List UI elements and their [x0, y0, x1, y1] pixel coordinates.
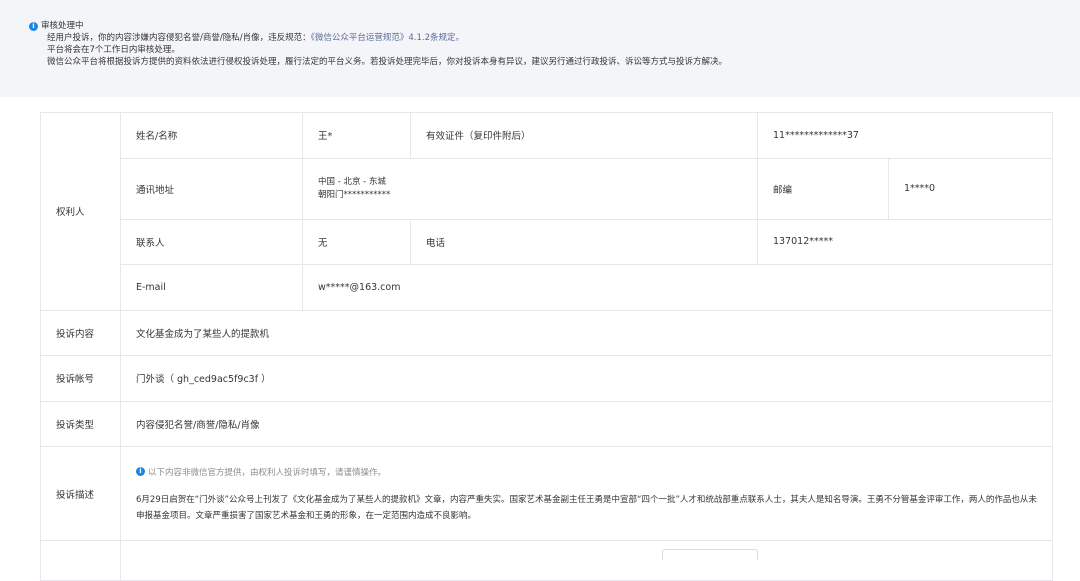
account-value: 门外谈（ gh_ced9ac5f9c3f ） — [120, 355, 1053, 402]
name-value: 王* — [302, 112, 411, 159]
phone-label: 电话 — [410, 218, 758, 265]
review-status-notice: i 审核处理中 经用户投诉，你的内容涉嫌内容侵犯名誉/商誉/隐私/肖像，违反规范… — [0, 0, 1080, 97]
content-value: 文化基金成为了某些人的提款机 — [120, 309, 1053, 356]
email-label: E-mail — [120, 264, 303, 311]
row-name: 权利人 姓名/名称 王* 有效证件（复印件附后） 11*************… — [40, 112, 1053, 311]
next-value-cell — [120, 540, 1053, 581]
notice-line-2: 平台将会在7个工作日内审核处理。 — [47, 45, 180, 55]
desc-label: 投诉描述 — [40, 446, 121, 541]
info-icon: i — [29, 21, 38, 31]
row-description: 投诉描述 i 以下内容非微信官方提供，由权利人投诉时填写，请谨慎操作。 6月29… — [40, 446, 1053, 541]
info-icon: i — [136, 467, 145, 476]
complaint-detail-table: 权利人 姓名/名称 王* 有效证件（复印件附后） 11*************… — [40, 112, 1053, 581]
name-label: 姓名/名称 — [120, 112, 303, 159]
id-value: 11*************37 — [757, 112, 1053, 159]
row-account: 投诉帐号 门外谈（ gh_ced9ac5f9c3f ） — [40, 355, 1053, 402]
status-row: i 审核处理中 — [29, 20, 1080, 32]
postcode-label: 邮编 — [757, 157, 889, 220]
type-label: 投诉类型 — [40, 400, 121, 447]
id-label: 有效证件（复印件附后） — [410, 112, 758, 159]
content-label: 投诉内容 — [40, 309, 121, 356]
phone-value: 137012***** — [757, 218, 1053, 265]
account-label: 投诉帐号 — [40, 355, 121, 402]
address-line-2: 朝阳门*********** — [318, 189, 391, 200]
row-next-partial — [40, 540, 1053, 581]
rights-holder-label: 权利人 — [40, 112, 121, 311]
action-button-partial[interactable] — [662, 549, 758, 560]
status-title: 审核处理中 — [41, 21, 84, 31]
row-type: 投诉类型 内容侵犯名誉/商誉/隐私/肖像 — [40, 400, 1053, 447]
row-content: 投诉内容 文化基金成为了某些人的提款机 — [40, 309, 1053, 356]
rules-link[interactable]: 《微信公众平台运营规范》4.1.2条规定。 — [311, 33, 464, 43]
desc-tip-text: 以下内容非微信官方提供，由权利人投诉时填写，请谨慎操作。 — [148, 467, 387, 478]
notice-line-1: 经用户投诉，你的内容涉嫌内容侵犯名誉/商誉/隐私/肖像，违反规范：《微信公众平台… — [32, 32, 1080, 44]
contact-label: 联系人 — [120, 218, 303, 265]
email-value: w*****@163.com — [302, 264, 1053, 311]
next-label-cell — [40, 540, 121, 581]
notice-line-3: 微信公众平台将根据投诉方提供的资料依法进行侵权投诉处理，履行法定的平台义务。若投… — [47, 57, 728, 67]
desc-text: 6月29日启贺在“门外谈”公众号上刊发了《文化基金成为了某些人的提款机》文章，内… — [136, 494, 1037, 521]
row-contact: 联系人 无 电话 137012***** — [41, 218, 1053, 265]
type-value: 内容侵犯名誉/商誉/隐私/肖像 — [120, 400, 1053, 447]
postcode-value: 1****0 — [888, 157, 1053, 220]
contact-value: 无 — [302, 218, 411, 265]
desc-cell: i 以下内容非微信官方提供，由权利人投诉时填写，请谨慎操作。 6月29日启贺在“… — [120, 446, 1053, 541]
desc-tip: i 以下内容非微信官方提供，由权利人投诉时填写，请谨慎操作。 — [136, 466, 1052, 478]
address-value: 中国 - 北京 - 东城 朝阳门*********** — [302, 157, 758, 220]
address-label: 通讯地址 — [120, 157, 303, 220]
notice-line-1-text: 经用户投诉，你的内容涉嫌内容侵犯名誉/商誉/隐私/肖像，违反规范： — [47, 33, 311, 43]
address-line-1: 中国 - 北京 - 东城 — [318, 176, 386, 187]
row-email: E-mail w*****@163.com — [41, 264, 1053, 311]
row-address: 通讯地址 中国 - 北京 - 东城 朝阳门*********** 邮编 1***… — [41, 157, 1053, 220]
